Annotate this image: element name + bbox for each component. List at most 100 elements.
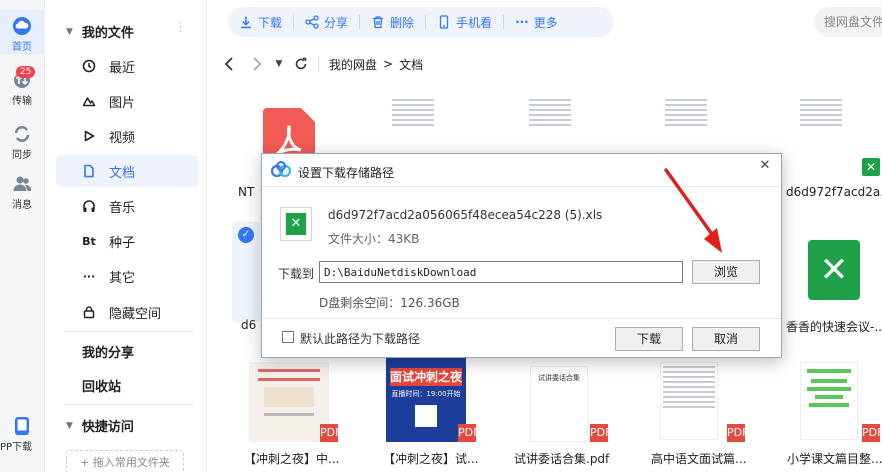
dialog-cancel-button[interactable]: 取消 [692,327,760,351]
rail-home-label: 首页 [12,42,32,53]
sidebar-item-hidden-space[interactable]: 隐藏空间 [56,296,198,328]
file-caption[interactable]: NT [238,185,258,199]
doc-thumbnail[interactable] [390,96,436,130]
quick-access-header[interactable]: ▼ 快捷访问 [66,416,134,435]
file-caption[interactable]: d6d972f7acd2a... [786,185,882,199]
quick-access-label: 快捷访问 [81,420,134,435]
my-files-header[interactable]: ▼ 我的文件 [66,22,134,41]
trash-icon [373,16,384,29]
rail-pc-download[interactable]: PP下载 [0,416,44,453]
doc-thumbnail[interactable] [527,96,573,130]
download-label: 下载 [258,15,283,30]
share-button[interactable]: 分享 [294,7,359,37]
file-caption[interactable]: 【冲刺之夜】中... [244,450,344,467]
dialog-download-button[interactable]: 下载 [615,327,683,351]
my-share-link[interactable]: 我的分享 [82,342,134,361]
sidebar-item-label: 隐藏空间 [109,306,162,322]
breadcrumb-separator: > [383,57,394,71]
phone-view-button[interactable]: 手机看 [426,7,503,37]
pdf-badge-icon: PDF [862,424,882,442]
history-dropdown-icon[interactable]: ▼ [268,52,290,76]
rail-transfer[interactable]: 25 传输 [0,66,44,107]
file-caption[interactable]: 【冲刺之夜】试... [383,450,483,467]
download-to-label: 下载到 [278,267,315,281]
checked-icon[interactable]: ✓ [238,227,254,243]
browse-button[interactable]: 浏览 [692,260,760,284]
worksheet-thumbnail[interactable] [800,362,858,440]
download-icon [241,16,251,29]
file-caption[interactable]: 高中语文面试篇... [651,450,751,467]
sidebar-item-torrents[interactable]: Bt 种子 [56,225,198,257]
excel-file-icon: ✕ [280,207,312,241]
file-caption[interactable]: 小学课文篇目整... [787,450,882,467]
download-path-input[interactable] [319,261,683,283]
dialog-file-size: 文件大小：43KB [328,232,420,246]
phone-view-label: 手机看 [456,15,493,30]
sidebar-item-images[interactable]: 图片 [56,85,198,117]
close-icon[interactable]: ✕ [756,158,774,173]
sidebar-divider-vertical [206,0,207,472]
sync-icon [14,126,30,142]
ellipsis-icon: ··· [515,15,529,29]
poster-thumbnail[interactable]: 面试冲刺之夜 直播时间：19:00开始 [386,358,466,442]
dialog-footer-divider [262,318,781,319]
add-folder-dropzone[interactable]: + 拖入常用文件夹 [66,450,184,472]
sidebar-item-music[interactable]: 音乐 [56,190,198,222]
headphones-icon [82,199,96,213]
pdf-thumbnail[interactable] [249,362,329,442]
sidebar-item-documents[interactable]: 文档 [56,155,198,187]
doc-thumbnail[interactable] [663,96,709,130]
sidebar-item-label: 最近 [109,60,136,76]
sidebar-item-label: 图片 [109,95,136,111]
cloud-icon [13,17,31,35]
delete-button[interactable]: 删除 [360,7,425,37]
doc-thumbnail[interactable] [798,96,844,130]
forward-arrow-icon[interactable] [246,52,268,76]
file-caption[interactable]: 试讲委话合集.pdf [514,450,624,467]
left-rail: 首页 25 传输 同步 消息 PP下载 [0,0,44,472]
download-button[interactable]: 下载 [228,7,293,37]
doc-thumbnail[interactable] [660,362,718,440]
excel-file-icon[interactable]: ✕ [808,240,860,300]
rail-home[interactable]: 首页 [0,10,44,54]
default-path-label[interactable]: 默认此路径为下载路径 [300,330,420,347]
sidebar-item-recent[interactable]: 最近 [56,50,198,82]
dialog-file-name: d6d972f7acd2a056065f48ecea54c228 (5).xls [328,208,603,222]
clock-icon [82,59,96,73]
file-caption[interactable]: 香香的快速会议-... [786,318,882,335]
free-space-text: D盘剩余空间：126.36GB [319,296,460,310]
pdf-badge-icon: PDF [320,424,341,442]
sidebar-item-label: 音乐 [109,200,136,216]
breadcrumb-root[interactable]: 我的网盘 [329,56,377,73]
sidebar-divider [64,404,194,405]
back-arrow-icon[interactable] [218,52,240,76]
my-files-label: 我的文件 [81,26,134,41]
breadcrumb-current: 文档 [399,57,424,72]
lock-icon [82,305,96,319]
rail-messages[interactable]: 消息 [0,174,44,211]
image-icon [82,94,96,108]
sidebar-item-label: 其它 [109,270,136,286]
file-caption[interactable]: d6 [241,318,261,332]
refresh-icon[interactable] [290,52,312,76]
torrent-icon: Bt [82,234,96,248]
baidu-netdisk-window: 首页 25 传输 同步 消息 PP下载 ▼ 我的文件 ⋮ 最近 图片 视频 文档… [0,0,882,472]
more-button[interactable]: ··· 更多 [504,7,569,37]
tablet-icon [15,417,29,435]
rail-sync-label: 同步 [12,150,32,161]
search-input[interactable]: 搜网盘文件 [814,7,882,37]
rail-sync[interactable]: 同步 [0,124,44,161]
sidebar-item-label: 文档 [109,165,136,181]
sidebar-item-label: 视频 [109,130,136,146]
doc-thumb-title: 试讲委话合集 [538,374,580,382]
sidebar: ▼ 我的文件 ⋮ 最近 图片 视频 文档 音乐 Bt 种子 ··· 其它 隐藏空… [56,0,202,472]
doc-thumbnail[interactable]: 试讲委话合集 [530,366,588,442]
sidebar-item-other[interactable]: ··· 其它 [56,260,198,292]
recycle-bin-link[interactable]: 回收站 [82,376,121,395]
recycle-bin-label: 回收站 [82,380,122,395]
default-path-checkbox[interactable] [282,331,294,343]
toolbar: 下载 分享 删除 手机看 ··· 更多 [228,7,614,37]
sidebar-item-videos[interactable]: 视频 [56,120,198,152]
kebab-icon[interactable]: ⋮ [174,20,187,35]
poster-title: 面试冲刺之夜 [390,368,463,386]
